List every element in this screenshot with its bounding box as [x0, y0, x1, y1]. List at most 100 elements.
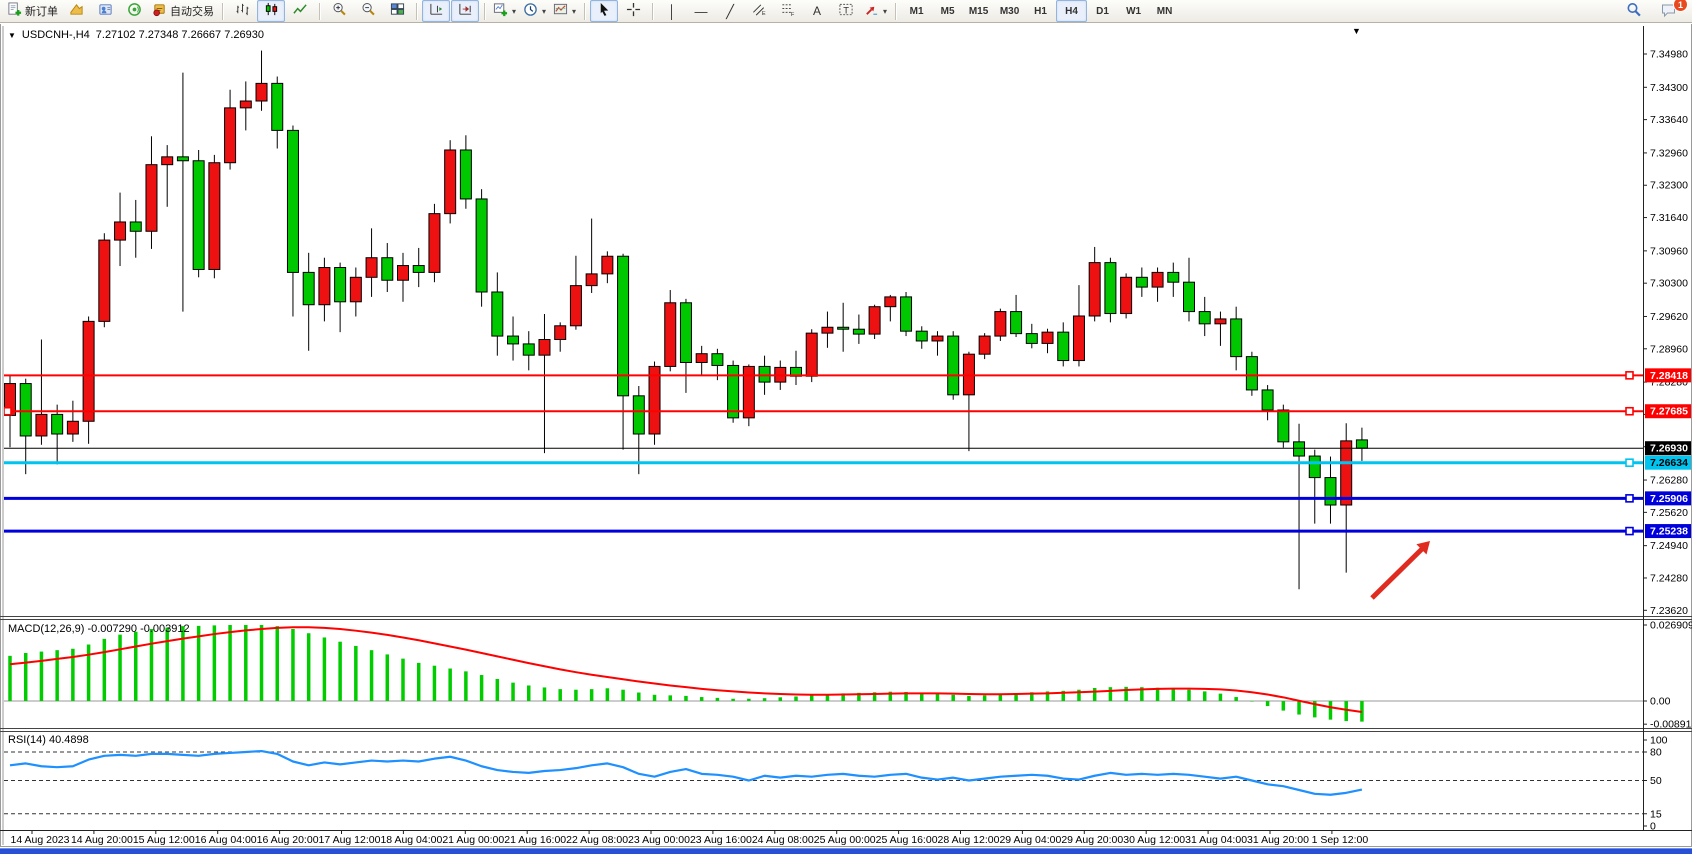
time-tick-label: 31 Aug 04:00: [1185, 834, 1247, 846]
time-tick-label: 30 Aug 12:00: [1123, 834, 1185, 846]
arrows-button[interactable]: ▾: [861, 0, 890, 22]
chart-shift-button[interactable]: [422, 0, 450, 22]
time-tick-label: 14 Aug 2023: [11, 834, 70, 846]
chart-shift-marker-icon[interactable]: ▼: [1352, 26, 1361, 36]
timeframe-button-h1[interactable]: H1: [1025, 0, 1056, 22]
indicators-button[interactable]: ▾: [490, 0, 519, 22]
market-watch-button[interactable]: [62, 0, 90, 22]
horizontal-line-button[interactable]: —: [687, 0, 715, 22]
time-tick-label: 25 Aug 16:00: [876, 834, 938, 846]
bar-chart-button[interactable]: [228, 0, 256, 22]
zoom-in-button[interactable]: [325, 0, 353, 22]
candle-body-down: [272, 83, 283, 130]
candlestick-chart-button[interactable]: [257, 0, 285, 22]
line-handle[interactable]: [1626, 408, 1633, 415]
fibonacci-button[interactable]: F: [774, 0, 802, 22]
price-tick-label: 7.31640: [1650, 212, 1688, 224]
auto-scroll-button[interactable]: [451, 0, 479, 22]
timeframe-button-m1[interactable]: M1: [901, 0, 932, 22]
candle-body-up: [225, 108, 236, 163]
templates-button[interactable]: ▾: [550, 0, 579, 22]
candle: [806, 329, 817, 382]
rsi-tick-label: 50: [1650, 775, 1662, 787]
rsi-tick-label: 100: [1650, 735, 1668, 747]
time-tick-label: 29 Aug 20:00: [1061, 834, 1123, 846]
time-tick-label: 17 Aug 12:00: [319, 834, 381, 846]
candle-body-down: [460, 150, 471, 199]
candle-body-up: [869, 307, 880, 334]
price-tick-label: 7.32300: [1650, 180, 1688, 192]
cursor-button[interactable]: [590, 0, 618, 22]
autotrading-button[interactable]: 自动交易: [149, 0, 217, 22]
candle: [1246, 352, 1257, 396]
dropdown-arrow[interactable]: ▾: [542, 7, 546, 16]
navigator-button[interactable]: [91, 0, 119, 22]
rsi-tick-label: 80: [1650, 747, 1662, 759]
vertical-line-button[interactable]: │: [658, 0, 686, 22]
market-watch-icon: [69, 2, 84, 20]
chart-background: [0, 23, 1692, 847]
line-chart-icon: [293, 2, 308, 20]
text-label-button[interactable]: T: [832, 0, 860, 22]
line-handle[interactable]: [1626, 528, 1633, 535]
candle-body-down: [712, 354, 723, 366]
text-button[interactable]: A: [803, 0, 831, 22]
candle-body-down: [1309, 456, 1320, 478]
timeframe-button-m30[interactable]: M30: [994, 0, 1025, 22]
notifications-button[interactable]: 1: [1654, 0, 1682, 22]
tile-windows-button[interactable]: [383, 0, 411, 22]
line-handle[interactable]: [4, 408, 11, 415]
price-tick-label: 7.24280: [1650, 572, 1688, 584]
timeframe-button-h4[interactable]: H4: [1056, 0, 1087, 22]
timeframe-button-m15[interactable]: M15: [963, 0, 994, 22]
time-tick-label: 14 Aug 20:00: [71, 834, 133, 846]
indicators-icon: [493, 2, 508, 20]
macd-tick-label: 0.026909: [1650, 620, 1692, 632]
candle-body-down: [948, 336, 959, 395]
macd-indicator-title: MACD(12,26,9) -0.007290 -0.003912: [8, 623, 190, 635]
crosshair-button[interactable]: [619, 0, 647, 22]
price-tick-label: 7.30300: [1650, 278, 1688, 290]
symbol-period-label: USDCNH-,H4: [22, 29, 90, 41]
candle-body-down: [523, 344, 534, 355]
candle-body-up: [665, 303, 676, 367]
time-tick-label: 23 Aug 00:00: [628, 834, 690, 846]
channel-button[interactable]: E: [745, 0, 773, 22]
toolbar-separator: [895, 3, 896, 20]
line-handle[interactable]: [1626, 495, 1633, 502]
price-tag-label: 7.26930: [1650, 443, 1688, 455]
candle-body-down: [20, 384, 31, 436]
zoom-in-icon: [332, 2, 347, 20]
timeframe-button-m5[interactable]: M5: [932, 0, 963, 22]
periods-button[interactable]: ▾: [520, 0, 549, 22]
timeframe-button-mn[interactable]: MN: [1149, 0, 1180, 22]
search-button[interactable]: [1620, 0, 1648, 22]
price-tag-label: 7.25906: [1650, 493, 1688, 505]
zoom-out-button[interactable]: [354, 0, 382, 22]
timeframe-button-d1[interactable]: D1: [1087, 0, 1118, 22]
line-handle[interactable]: [1626, 372, 1633, 379]
new-order-button[interactable]: 新订单: [4, 0, 61, 22]
line-chart-button[interactable]: [286, 0, 314, 22]
dropdown-arrow[interactable]: ▾: [883, 7, 887, 16]
candle: [209, 155, 220, 278]
symbol-dropdown-icon[interactable]: ▼: [8, 31, 16, 40]
dropdown-arrow[interactable]: ▾: [572, 7, 576, 16]
terminal-button[interactable]: [120, 0, 148, 22]
svg-text:F: F: [791, 12, 795, 17]
line-handle[interactable]: [1626, 459, 1633, 466]
trendline-button[interactable]: ╱: [716, 0, 744, 22]
toolbar-separator: [652, 3, 653, 20]
candle-body-down: [1058, 332, 1069, 360]
text-label-icon: T: [838, 2, 854, 20]
price-tick-label: 7.29620: [1650, 311, 1688, 323]
dropdown-arrow[interactable]: ▾: [512, 7, 516, 16]
price-tick-label: 7.24940: [1650, 540, 1688, 552]
timeframe-button-w1[interactable]: W1: [1118, 0, 1149, 22]
chart-canvas[interactable]: 7.349807.343007.336407.329607.323007.316…: [0, 0, 1692, 854]
candle-body-down: [382, 258, 393, 281]
time-tick-label: 25 Aug 00:00: [814, 834, 876, 846]
candle-body-up: [979, 336, 990, 354]
mt4-window: { "toolbar":{ "new_order_label":"新订单", "…: [0, 0, 1692, 854]
rsi-tick-label: 15: [1650, 808, 1662, 820]
